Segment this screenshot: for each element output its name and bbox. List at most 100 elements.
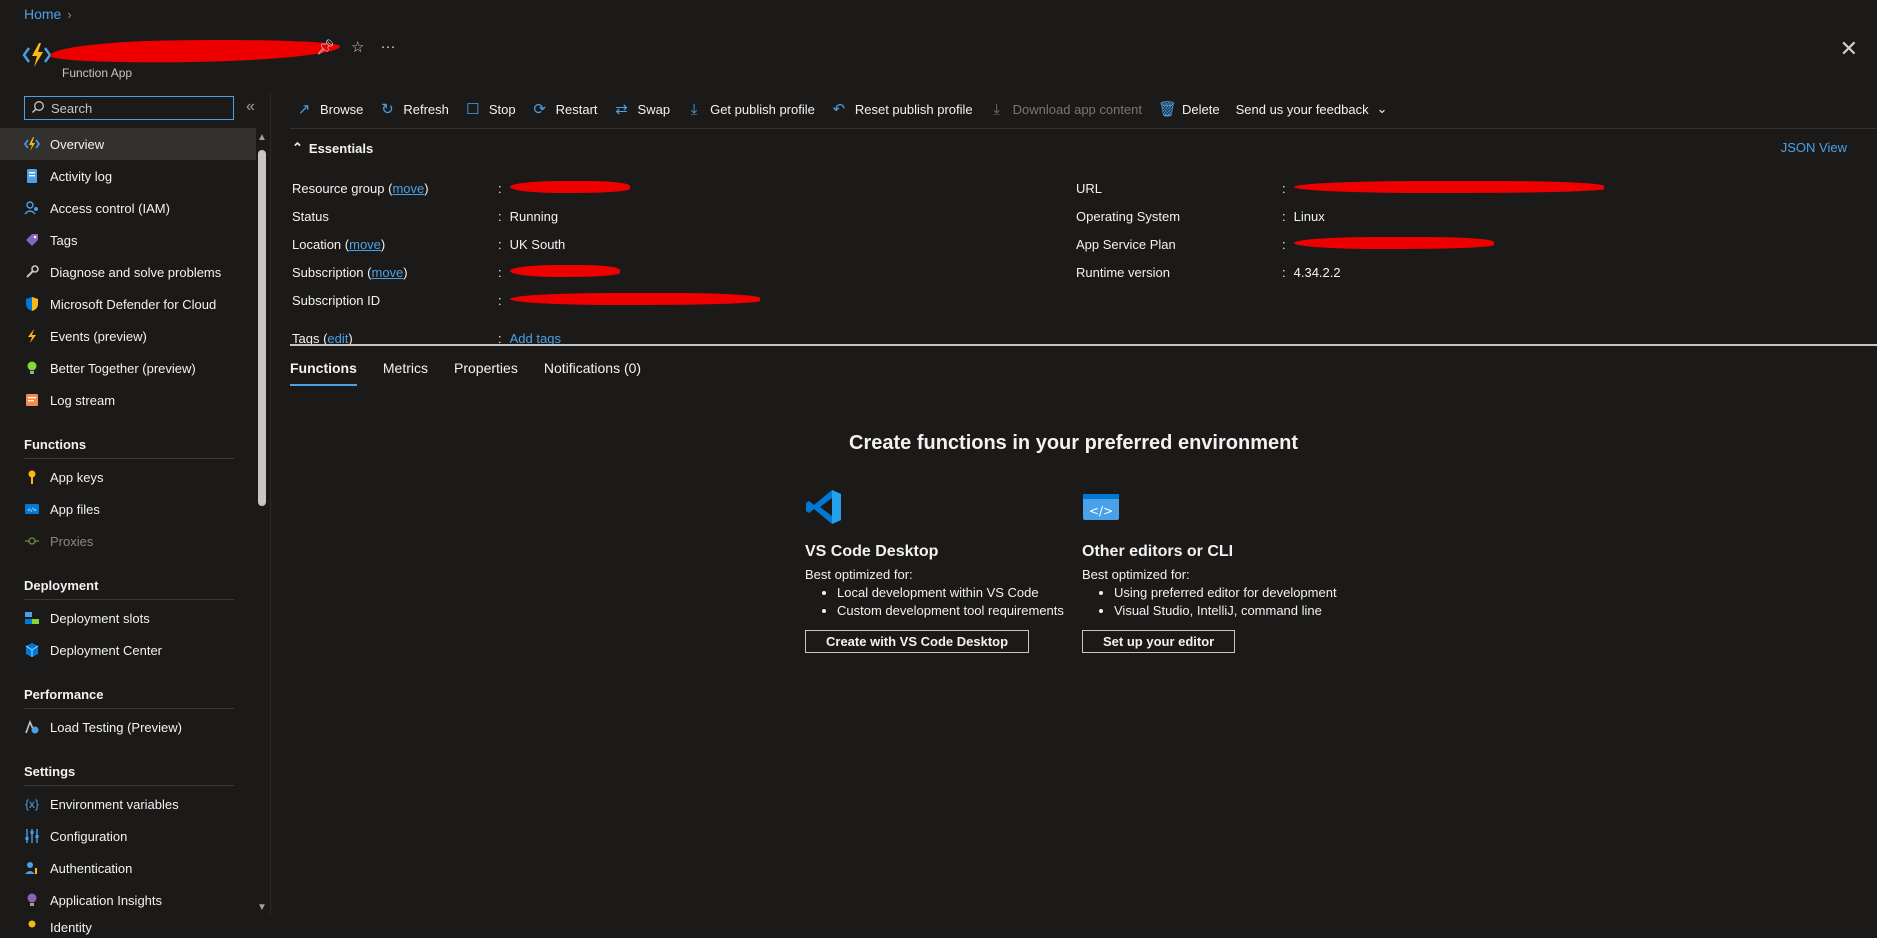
collapse-sidebar-icon[interactable]: «: [246, 98, 255, 116]
create-with-vscode-button[interactable]: Create with VS Code Desktop: [805, 630, 1030, 653]
scroll-down-icon[interactable]: ▼: [257, 902, 267, 913]
more-icon[interactable]: ···: [381, 38, 396, 56]
sidebar-item-proxies[interactable]: Proxies: [0, 525, 256, 557]
sidebar-item-label: Identity: [50, 919, 92, 935]
key-label: Subscription: [292, 264, 364, 280]
sidebar-item-configuration[interactable]: Configuration: [0, 820, 256, 852]
sidebar-scrollbar[interactable]: ▲ ▼: [256, 128, 268, 913]
scroll-up-icon[interactable]: ▲: [257, 132, 267, 143]
redacted-value: [1293, 236, 1494, 249]
pin-icon[interactable]: 📌︎: [316, 38, 335, 56]
essentials-row-subscription: Subscription (move) :: [292, 258, 760, 286]
list-item: Visual Studio, IntelliJ, command line: [1114, 602, 1352, 620]
sidebar-item-label: Better Together (preview): [50, 360, 196, 376]
sidebar-item-tags[interactable]: Tags: [0, 224, 256, 256]
essentials-key: Resource group (move): [292, 180, 429, 196]
essentials-row-url: URL :: [1076, 174, 1604, 202]
breadcrumb-home[interactable]: Home: [24, 6, 61, 22]
sidebar-item-label: App keys: [50, 469, 104, 485]
sidebar-item-activity-log[interactable]: Activity log: [0, 160, 256, 192]
sidebar-item-label: Events (preview): [50, 328, 147, 344]
sidebar-group-settings: Settings: [24, 764, 76, 779]
essentials-key: App Service Plan: [1076, 236, 1176, 252]
move-link[interactable]: move: [392, 181, 424, 196]
essentials-value: :: [1282, 180, 1604, 196]
colon: :: [1282, 264, 1286, 280]
function-app-icon: [22, 43, 52, 67]
star-icon[interactable]: ☆: [351, 38, 364, 56]
sidebar-item-deployment-center[interactable]: Deployment Center: [0, 634, 256, 666]
restart-button[interactable]: ⟳ Restart: [532, 100, 597, 118]
get-publish-profile-button[interactable]: ⤓ Get publish profile: [686, 101, 815, 118]
redacted-title: [49, 37, 341, 65]
sidebar-item-app-files[interactable]: </> App files: [0, 493, 256, 525]
search-box[interactable]: [24, 96, 234, 120]
sidebar-item-log-stream[interactable]: Log stream: [0, 384, 256, 416]
browse-button[interactable]: ↗ Browse: [296, 100, 364, 118]
sidebar-group-performance: Performance: [24, 687, 104, 702]
sidebar-item-overview[interactable]: Overview: [0, 128, 256, 160]
scrollbar-thumb[interactable]: [258, 150, 266, 506]
sidebar-item-environment-variables[interactable]: {x} Environment variables: [0, 788, 256, 820]
sidebar-item-label: Deployment slots: [50, 610, 150, 626]
sidebar-item-iam[interactable]: Access control (IAM): [0, 192, 256, 224]
set-up-editor-button[interactable]: Set up your editor: [1082, 630, 1236, 653]
essentials-key: Runtime version: [1076, 264, 1170, 280]
log-stream-icon: [24, 392, 40, 408]
lightning-icon: [24, 328, 40, 344]
sidebar-item-app-keys[interactable]: App keys: [0, 461, 256, 493]
sidebar-item-defender[interactable]: Microsoft Defender for Cloud: [0, 288, 256, 320]
runtime-value: 4.34.2.2: [1293, 264, 1341, 280]
button-label: Delete: [1182, 101, 1220, 117]
code-editor-icon: </>: [1083, 494, 1119, 520]
key-icon: [24, 469, 40, 485]
download-icon: ⤓: [993, 100, 1000, 118]
sidebar-item-better-together[interactable]: Better Together (preview): [0, 352, 256, 384]
create-functions-heading: Create functions in your preferred envir…: [849, 432, 1298, 454]
sidebar-item-application-insights[interactable]: Application Insights: [0, 884, 256, 916]
tab-functions[interactable]: Functions: [290, 360, 357, 386]
close-icon[interactable]: ✕: [1840, 36, 1858, 62]
refresh-button[interactable]: ↻ Refresh: [379, 100, 449, 118]
essentials-toggle[interactable]: ⌃ Essentials: [292, 140, 373, 156]
card-subtitle: Best optimized for:: [1082, 567, 1190, 582]
sidebar-item-label: Tags: [50, 232, 78, 248]
colon: :: [498, 264, 502, 280]
download-app-content-button[interactable]: ⤓ Download app content: [989, 101, 1142, 118]
essentials-value: : Running: [498, 209, 558, 224]
stop-button[interactable]: ☐ Stop: [465, 100, 515, 118]
list-item: Local development within VS Code: [837, 584, 1075, 602]
search-input[interactable]: [49, 99, 231, 117]
colon: :: [1282, 180, 1286, 196]
reset-publish-profile-button[interactable]: ↶ Reset publish profile: [831, 100, 973, 118]
swap-button[interactable]: ⇄ Swap: [614, 100, 670, 118]
move-link[interactable]: move: [349, 237, 381, 252]
sidebar-item-diagnose[interactable]: Diagnose and solve problems: [0, 256, 256, 288]
move-link[interactable]: move: [372, 265, 404, 280]
tab-metrics[interactable]: Metrics: [383, 360, 428, 386]
essentials-key: Operating System: [1076, 208, 1181, 224]
delete-button[interactable]: 🗑︎ Delete: [1158, 100, 1220, 118]
essentials-row-os: Operating System : Linux: [1076, 202, 1604, 230]
chevron-up-icon: ⌃: [292, 140, 303, 155]
feedback-button[interactable]: Send us your feedback ⌄: [1236, 101, 1388, 117]
sidebar-item-deployment-slots[interactable]: Deployment slots: [0, 602, 256, 634]
toolbar-divider: [290, 128, 1877, 129]
restart-icon: ⟳: [533, 101, 546, 118]
tab-notifications[interactable]: Notifications (0): [544, 360, 641, 386]
other-editors-card: </> Other editors or CLI Best optimized …: [1082, 488, 1352, 653]
redacted-value: [1293, 180, 1604, 193]
key-label: Location: [292, 236, 342, 252]
json-view-link[interactable]: JSON View: [1781, 140, 1847, 155]
sidebar-item-load-testing[interactable]: Load Testing (Preview): [0, 711, 256, 743]
button-label: Send us your feedback: [1235, 101, 1369, 117]
sidebar-item-authentication[interactable]: Authentication: [0, 852, 256, 884]
browse-icon: ↗: [297, 101, 311, 118]
colon: :: [1282, 236, 1286, 252]
sidebar-item-events[interactable]: Events (preview): [0, 320, 256, 352]
essentials-heading: Essentials: [308, 140, 374, 156]
tab-properties[interactable]: Properties: [454, 360, 518, 386]
colon: :: [498, 180, 502, 196]
sidebar-item-identity[interactable]: Identity: [0, 916, 256, 938]
card-bullets: Local development within VS Code Custom …: [805, 584, 1075, 620]
